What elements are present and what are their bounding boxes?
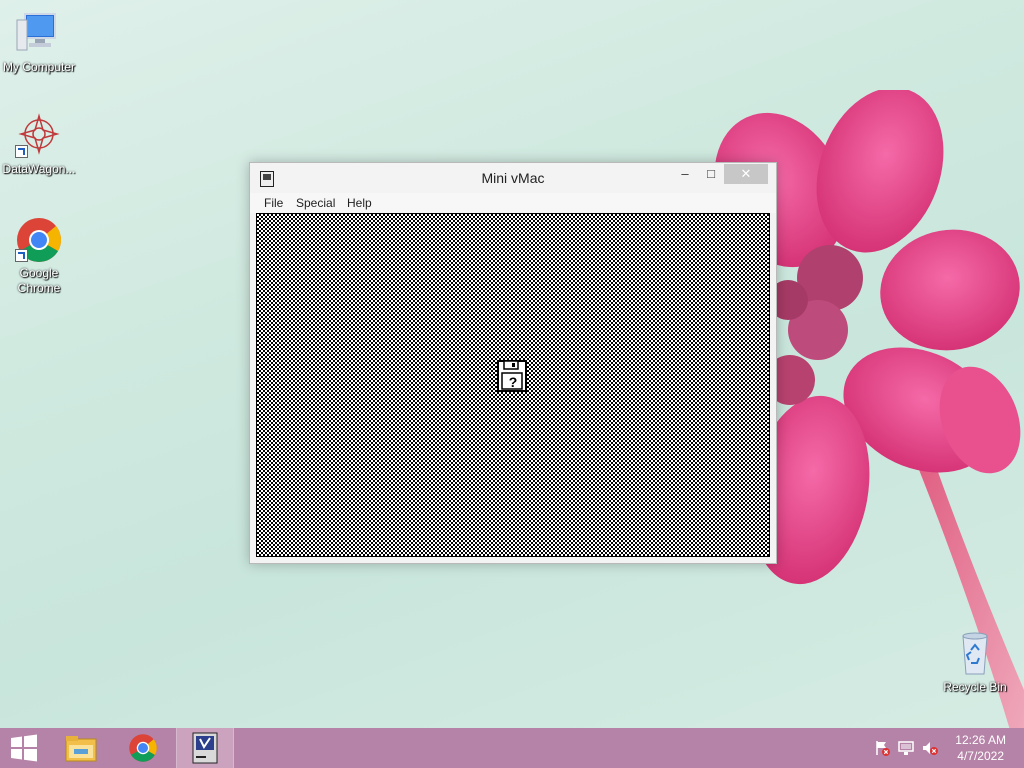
desktop-icon-google-chrome[interactable]: Google Chrome xyxy=(1,216,77,296)
desktop-icon-label: Google Chrome xyxy=(17,266,61,295)
minivmac-icon xyxy=(192,732,218,764)
taskbar-mini-vmac[interactable] xyxy=(176,728,234,768)
minimize-button[interactable]: – xyxy=(672,164,698,184)
taskbar-clock[interactable]: 12:26 AM 4/7/2022 xyxy=(955,732,1006,764)
mini-vmac-window[interactable]: Mini vMac – □ ✕ File Special Help ? xyxy=(249,162,777,564)
menu-help[interactable]: Help xyxy=(347,196,372,210)
network-icon[interactable] xyxy=(898,740,914,756)
desktop-icon-label: My Computer xyxy=(2,60,76,74)
desktop-icon-label: Recycle Bin xyxy=(943,680,1007,694)
menu-file[interactable]: File xyxy=(264,196,283,210)
taskbar-chrome[interactable] xyxy=(115,728,171,768)
menu-special[interactable]: Special xyxy=(296,196,335,210)
shortcut-arrow-icon xyxy=(15,249,28,262)
maximize-button[interactable]: □ xyxy=(698,164,724,184)
start-button[interactable] xyxy=(0,728,56,768)
desktop-icon-recycle-bin[interactable]: Recycle Bin xyxy=(937,630,1013,695)
chrome-icon xyxy=(129,734,157,762)
recycle-bin-icon xyxy=(951,630,999,678)
clock-date: 4/7/2022 xyxy=(957,749,1004,763)
desktop-icon-label: DataWagon... xyxy=(2,162,76,176)
clock-time: 12:26 AM xyxy=(955,733,1006,747)
volume-muted-icon[interactable] xyxy=(922,740,938,756)
desktop-icon-datawagon[interactable]: DataWagon... xyxy=(1,112,77,177)
window-titlebar[interactable]: Mini vMac – □ ✕ xyxy=(250,163,776,193)
file-explorer-icon xyxy=(65,736,97,762)
emulator-screen[interactable]: ? xyxy=(256,213,770,557)
taskbar: 12:26 AM 4/7/2022 xyxy=(0,728,1024,768)
desktop-icon-my-computer[interactable]: My Computer xyxy=(1,10,77,75)
action-center-flag-icon[interactable] xyxy=(874,740,890,756)
chrome-icon xyxy=(15,216,63,264)
datawagon-icon xyxy=(15,112,63,160)
taskbar-file-explorer[interactable] xyxy=(53,728,109,768)
computer-icon xyxy=(15,10,63,58)
menu-bar: File Special Help xyxy=(250,193,776,213)
question-mark-glyph: ? xyxy=(508,374,518,390)
start-icon xyxy=(11,734,37,762)
close-button[interactable]: ✕ xyxy=(724,164,768,184)
shortcut-arrow-icon xyxy=(15,145,28,158)
